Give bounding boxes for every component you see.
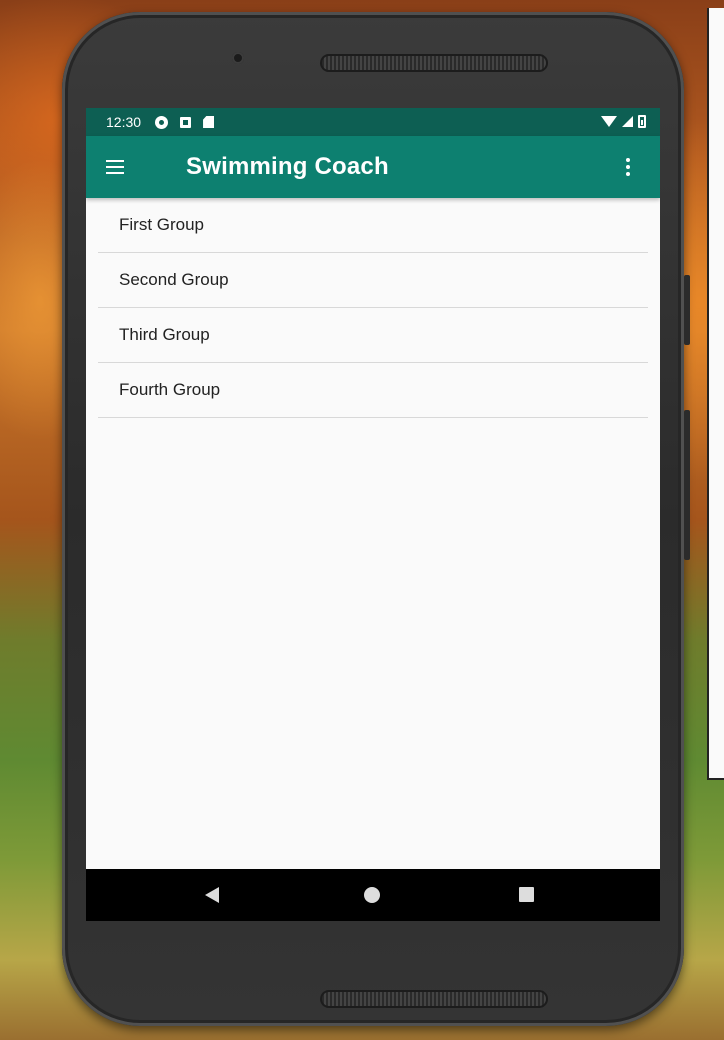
app-notification-icon bbox=[180, 116, 192, 128]
more-vert-icon[interactable] bbox=[616, 154, 640, 180]
list-item-fourth-group[interactable]: Fourth Group bbox=[98, 363, 648, 418]
top-speaker-grille bbox=[320, 54, 548, 72]
group-list: First Group Second Group Third Group Fou… bbox=[86, 198, 660, 418]
recents-icon[interactable] bbox=[519, 887, 534, 902]
app-title: Swimming Coach bbox=[186, 153, 389, 180]
home-icon[interactable] bbox=[364, 887, 380, 903]
settings-icon bbox=[155, 115, 169, 129]
list-item-first-group[interactable]: First Group bbox=[98, 198, 648, 253]
wifi-icon bbox=[601, 116, 617, 127]
status-time: 12:30 bbox=[106, 114, 142, 130]
app-bar: Swimming Coach bbox=[86, 136, 660, 198]
phone-screen: 12:30 Swimming Coach First Group Second … bbox=[86, 108, 660, 921]
hamburger-menu-icon[interactable] bbox=[106, 148, 144, 186]
sd-card-icon bbox=[203, 116, 215, 128]
status-bar: 12:30 bbox=[86, 108, 660, 136]
signal-icon bbox=[622, 116, 633, 127]
front-camera bbox=[232, 52, 244, 64]
list-item-third-group[interactable]: Third Group bbox=[98, 308, 648, 363]
volume-button[interactable] bbox=[684, 410, 690, 560]
navigation-bar bbox=[86, 869, 660, 921]
battery-icon bbox=[638, 115, 646, 128]
back-icon[interactable] bbox=[205, 887, 219, 903]
bottom-speaker-grille bbox=[320, 990, 548, 1008]
power-button[interactable] bbox=[684, 275, 690, 345]
status-right-icons bbox=[601, 115, 646, 128]
background-window bbox=[707, 8, 724, 780]
list-item-second-group[interactable]: Second Group bbox=[98, 253, 648, 308]
